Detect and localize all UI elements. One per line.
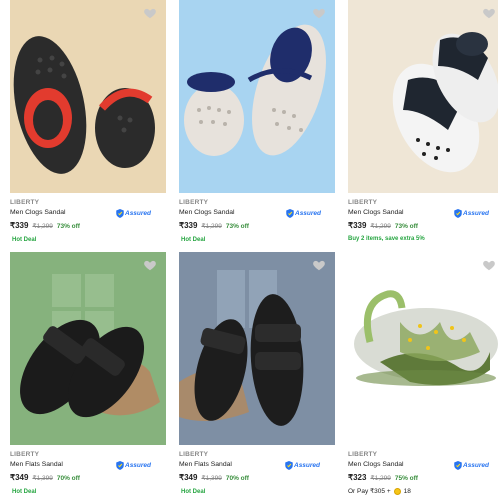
- product-grid: LIBERTY Men Clogs Sandal Assured ₹339 ₹1…: [0, 0, 498, 500]
- product-card[interactable]: LIBERTY Men Clogs Sandal Assured ₹339 ₹1…: [10, 0, 166, 248]
- product-image[interactable]: [179, 252, 335, 445]
- hot-deal-tag: Hot Deal: [179, 236, 208, 244]
- price-row: ₹339 ₹1,299 73% off: [179, 221, 249, 230]
- product-title[interactable]: Men Clogs Sandal: [348, 209, 404, 216]
- original-price: ₹1,299: [32, 223, 53, 230]
- heart-icon: [483, 260, 495, 271]
- original-price: ₹1,399: [32, 475, 53, 482]
- assured-label: Assured: [463, 461, 490, 469]
- heart-icon: [144, 260, 156, 271]
- price-row: ₹339 ₹1,299 73% off: [10, 221, 80, 230]
- original-price: ₹1,399: [201, 475, 222, 482]
- heart-icon: [313, 8, 325, 19]
- shield-icon: [116, 460, 124, 470]
- discount-percent: 70% off: [225, 475, 249, 482]
- wishlist-button[interactable]: [482, 258, 496, 272]
- supercoin-offer: Or Pay ₹305 + 18: [348, 487, 411, 495]
- supercoin-price: Or Pay ₹305 +: [348, 488, 391, 495]
- shield-icon: [285, 460, 293, 470]
- assured-label: Assured: [294, 461, 321, 469]
- product-image-flats-black-2: [179, 270, 304, 426]
- assured-label: Assured: [463, 209, 490, 217]
- product-image-clogs-black-white: [392, 32, 498, 173]
- discount-percent: 70% off: [56, 475, 80, 482]
- assured-badge: Assured: [285, 460, 320, 470]
- selling-price: ₹339: [348, 221, 367, 230]
- product-image[interactable]: [340, 252, 498, 445]
- price-row: ₹349 ₹1,399 70% off: [179, 473, 249, 482]
- brand-name: LIBERTY: [179, 199, 209, 206]
- price-row: ₹323 ₹1,299 75% off: [348, 473, 418, 482]
- selling-price: ₹349: [10, 473, 29, 482]
- heart-icon: [483, 8, 495, 19]
- product-image-clogs-black-red: [13, 36, 155, 174]
- wishlist-button[interactable]: [482, 6, 496, 20]
- product-title[interactable]: Men Flats Sandal: [10, 461, 63, 468]
- original-price: ₹1,299: [370, 475, 391, 482]
- shield-icon: [454, 208, 462, 218]
- discount-percent: 73% off: [394, 223, 418, 230]
- discount-percent: 73% off: [225, 223, 249, 230]
- brand-name: LIBERTY: [179, 451, 209, 458]
- hot-deal-tag: Hot Deal: [10, 488, 39, 496]
- product-image[interactable]: [179, 0, 335, 193]
- product-title[interactable]: Men Clogs Sandal: [179, 209, 235, 216]
- product-card[interactable]: LIBERTY Men Flats Sandal Assured ₹349 ₹1…: [179, 252, 335, 500]
- assured-label: Assured: [125, 209, 152, 217]
- supercoin-icon: [393, 487, 401, 495]
- shield-icon: [454, 460, 462, 470]
- shield-icon: [286, 208, 294, 218]
- wishlist-button[interactable]: [143, 258, 157, 272]
- wishlist-button[interactable]: [312, 6, 326, 20]
- original-price: ₹1,299: [370, 223, 391, 230]
- assured-badge: Assured: [116, 208, 151, 218]
- price-row: ₹349 ₹1,399 70% off: [10, 473, 80, 482]
- product-image-clogs-camo: [354, 290, 498, 386]
- product-title[interactable]: Men Flats Sandal: [179, 461, 232, 468]
- heart-icon: [144, 8, 156, 19]
- brand-name: LIBERTY: [348, 451, 378, 458]
- product-title[interactable]: Men Clogs Sandal: [10, 209, 66, 216]
- brand-name: LIBERTY: [10, 451, 40, 458]
- product-title[interactable]: Men Clogs Sandal: [348, 461, 404, 468]
- assured-badge: Assured: [454, 208, 489, 218]
- product-card[interactable]: LIBERTY Men Clogs Sandal Assured ₹323 ₹1…: [340, 252, 498, 500]
- shield-icon: [116, 208, 124, 218]
- selling-price: ₹339: [179, 221, 198, 230]
- selling-price: ₹323: [348, 473, 367, 482]
- assured-badge: Assured: [286, 208, 321, 218]
- product-image[interactable]: [10, 252, 166, 445]
- price-row: ₹339 ₹1,299 73% off: [348, 221, 418, 230]
- discount-percent: 75% off: [394, 475, 418, 482]
- product-image[interactable]: [10, 0, 166, 193]
- wishlist-button[interactable]: [312, 258, 326, 272]
- hot-deal-tag: Hot Deal: [179, 488, 208, 496]
- original-price: ₹1,299: [201, 223, 222, 230]
- assured-label: Assured: [125, 461, 152, 469]
- selling-price: ₹349: [179, 473, 198, 482]
- hot-deal-tag: Hot Deal: [10, 236, 39, 244]
- wishlist-button[interactable]: [143, 6, 157, 20]
- product-card[interactable]: LIBERTY Men Clogs Sandal Assured ₹339 ₹1…: [348, 0, 498, 248]
- assured-badge: Assured: [116, 460, 151, 470]
- assured-badge: Assured: [454, 460, 489, 470]
- product-image-clogs-white-navy: [184, 24, 326, 156]
- discount-percent: 73% off: [56, 223, 80, 230]
- product-image-flats-black: [20, 274, 160, 418]
- product-card[interactable]: LIBERTY Men Flats Sandal Assured ₹349 ₹1…: [10, 252, 166, 500]
- heart-icon: [313, 260, 325, 271]
- brand-name: LIBERTY: [348, 199, 378, 206]
- supercoin-count: 18: [403, 487, 411, 495]
- product-card[interactable]: LIBERTY Men Clogs Sandal Assured ₹339 ₹1…: [179, 0, 335, 248]
- product-image[interactable]: [348, 0, 498, 193]
- bundle-offer: Buy 2 items, save extra 5%: [348, 236, 425, 242]
- assured-label: Assured: [295, 209, 322, 217]
- selling-price: ₹339: [10, 221, 29, 230]
- brand-name: LIBERTY: [10, 199, 40, 206]
